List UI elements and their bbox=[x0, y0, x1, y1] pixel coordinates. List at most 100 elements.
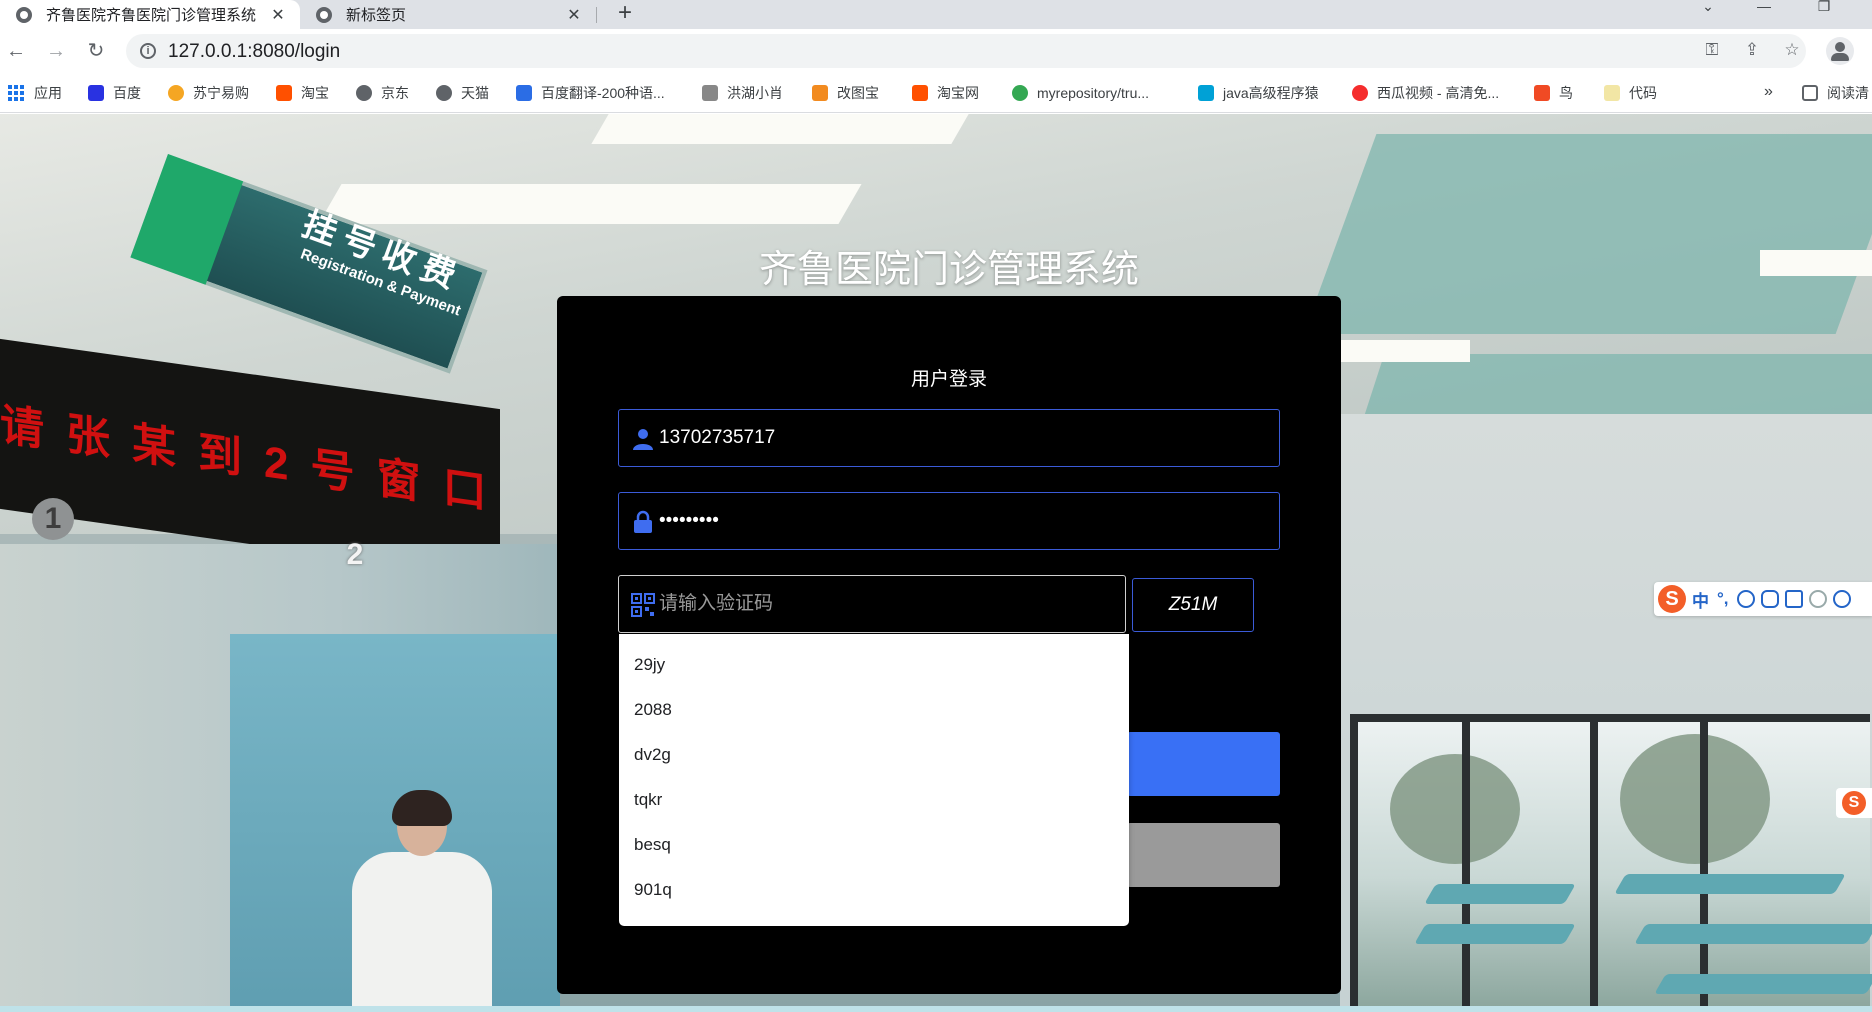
login-title: 用户登录 bbox=[910, 369, 987, 390]
bookmark-label: 改图宝 bbox=[837, 85, 879, 101]
sogou-ime-icon[interactable]: S bbox=[1658, 585, 1686, 613]
site-info-icon[interactable]: i bbox=[140, 43, 156, 59]
autocomplete-item[interactable]: dv2g bbox=[619, 732, 1129, 777]
browser-toolbar: ← → ↻ i 127.0.0.1:8080/login ⚿ ⇪ ☆ bbox=[0, 29, 1872, 73]
bookmark-item[interactable]: 淘宝 bbox=[276, 83, 329, 103]
lock-icon bbox=[634, 510, 652, 533]
qr-code-icon bbox=[631, 593, 655, 617]
captcha-image[interactable]: Z51M bbox=[1132, 578, 1254, 632]
bookmark-item[interactable]: 西瓜视频 - 高清免... bbox=[1352, 83, 1499, 103]
ime-toolbar[interactable]: S 中 °, bbox=[1654, 582, 1872, 616]
bookmark-item[interactable]: 代码 bbox=[1604, 83, 1657, 103]
bookmark-item[interactable]: java高级程序猿 bbox=[1198, 83, 1319, 103]
waiting-chair bbox=[1414, 924, 1576, 944]
bookmark-label: 百度翻译-200种语... bbox=[541, 85, 665, 101]
new-tab-button[interactable]: + bbox=[612, 0, 638, 29]
user-icon bbox=[633, 429, 653, 450]
bookmarks-overflow-button[interactable]: » bbox=[1764, 83, 1773, 101]
emoji-icon[interactable] bbox=[1736, 590, 1755, 608]
bookmark-label: 洪湖小肖 bbox=[727, 85, 783, 101]
reading-list-icon bbox=[1802, 85, 1818, 101]
bookmark-item[interactable]: 改图宝 bbox=[812, 83, 879, 103]
bookmark-label: myrepository/tru... bbox=[1037, 85, 1150, 101]
bookmark-item[interactable]: 天猫 bbox=[436, 83, 489, 103]
autocomplete-item[interactable]: besq bbox=[619, 822, 1129, 867]
autocomplete-item[interactable]: 29jy bbox=[619, 642, 1129, 687]
skin-icon[interactable] bbox=[1808, 590, 1827, 608]
bookmark-item[interactable]: 淘宝网 bbox=[912, 83, 979, 103]
password-input[interactable] bbox=[659, 493, 1259, 549]
bookmark-favicon bbox=[702, 85, 718, 101]
captcha-field[interactable] bbox=[618, 575, 1126, 633]
bookmarks-bar: 应用 百度 苏宁易购 淘宝 京东 天猫 百度翻译-200种语... 洪湖小肖 改… bbox=[0, 73, 1872, 113]
chrome-icon bbox=[316, 6, 332, 23]
keyboard-icon[interactable] bbox=[1784, 590, 1803, 608]
close-tab-icon[interactable]: ✕ bbox=[266, 5, 290, 25]
minimize-button[interactable]: — bbox=[1744, 0, 1784, 16]
autocomplete-item[interactable]: 901q bbox=[619, 867, 1129, 912]
bookmark-label: 京东 bbox=[381, 85, 409, 101]
bookmark-label: 苏宁易购 bbox=[193, 85, 249, 101]
tab-search-icon[interactable]: ⌄ bbox=[1688, 0, 1728, 16]
waiting-chair bbox=[1634, 924, 1872, 944]
forward-button[interactable]: → bbox=[42, 37, 70, 65]
share-icon[interactable]: ⇪ bbox=[1740, 40, 1764, 62]
ime-mode-toggle[interactable]: 中 bbox=[1692, 587, 1709, 612]
ceiling-light bbox=[1340, 340, 1470, 362]
autocomplete-dropdown: 29jy 2088 dv2g tqkr besq 901q bbox=[619, 634, 1129, 926]
autocomplete-item[interactable]: tqkr bbox=[619, 777, 1129, 822]
bookmark-item[interactable]: 京东 bbox=[356, 83, 409, 103]
bookmark-item[interactable]: myrepository/tru... bbox=[1012, 83, 1149, 103]
bookmark-star-icon[interactable]: ☆ bbox=[1780, 40, 1804, 62]
xigua-video-icon bbox=[1352, 85, 1368, 101]
autocomplete-item[interactable]: 2088 bbox=[619, 687, 1129, 732]
bookmark-item[interactable]: 苏宁易购 bbox=[168, 83, 249, 103]
address-bar[interactable]: i 127.0.0.1:8080/login ⚿ ⇪ ☆ bbox=[126, 34, 1806, 68]
window-number-badge: 2 bbox=[346, 538, 364, 571]
system-title: 齐鲁医院门诊管理系统 bbox=[758, 249, 1139, 291]
window-frame bbox=[1350, 714, 1870, 722]
close-tab-icon[interactable]: ✕ bbox=[562, 5, 586, 25]
profile-icon[interactable] bbox=[1826, 37, 1854, 65]
password-field[interactable] bbox=[618, 492, 1280, 550]
bookmark-item[interactable]: 洪湖小肖 bbox=[702, 83, 783, 103]
microphone-icon[interactable] bbox=[1760, 590, 1779, 608]
bookmark-label: 百度 bbox=[113, 85, 141, 101]
bookmark-label: 应用 bbox=[34, 85, 62, 101]
restore-button[interactable]: ❐ bbox=[1804, 0, 1844, 16]
ime-punctuation-toggle[interactable]: °, bbox=[1717, 589, 1729, 609]
tab-login[interactable]: 齐鲁医院齐鲁医院门诊管理系统 ✕ bbox=[0, 0, 300, 29]
key-icon[interactable]: ⚿ bbox=[1700, 40, 1724, 62]
background-tree bbox=[1390, 754, 1520, 864]
suning-icon bbox=[168, 85, 184, 101]
login-button[interactable] bbox=[1127, 732, 1280, 796]
bookmark-apps[interactable]: 应用 bbox=[8, 83, 62, 103]
url-text[interactable]: 127.0.0.1:8080/login bbox=[168, 41, 340, 63]
window-number-badge: 1 bbox=[32, 498, 74, 540]
background-tree bbox=[1620, 734, 1770, 864]
tab-title: 新标签页 bbox=[346, 7, 407, 24]
username-field[interactable] bbox=[618, 409, 1280, 467]
reset-button[interactable] bbox=[1127, 823, 1280, 887]
sogou-ime-icon: S bbox=[1842, 791, 1866, 815]
bookmark-item[interactable]: 鸟 bbox=[1534, 83, 1573, 103]
bookmark-label: 西瓜视频 - 高清免... bbox=[1377, 85, 1500, 101]
bookmark-label: java高级程序猿 bbox=[1223, 85, 1319, 101]
ime-floating-button[interactable]: S bbox=[1836, 788, 1872, 818]
captcha-input[interactable] bbox=[659, 576, 1119, 632]
nurse-figure bbox=[352, 790, 492, 1012]
tab-new[interactable]: 新标签页 ✕ bbox=[300, 0, 596, 29]
reading-list-button[interactable]: 阅读清 bbox=[1802, 83, 1869, 103]
apps-grid-icon bbox=[8, 85, 24, 101]
bookmark-label: 淘宝 bbox=[301, 85, 329, 101]
bookmark-item[interactable]: 百度 bbox=[88, 83, 141, 103]
tab-title: 齐鲁医院齐鲁医院门诊管理系统 bbox=[46, 7, 257, 24]
reload-button[interactable]: ↻ bbox=[82, 37, 110, 65]
username-input[interactable] bbox=[659, 410, 1259, 466]
bookmark-label: 淘宝网 bbox=[937, 85, 979, 101]
bookmark-item[interactable]: 百度翻译-200种语... bbox=[516, 83, 665, 103]
chrome-icon bbox=[1012, 85, 1028, 101]
waiting-chair bbox=[1424, 884, 1576, 904]
toolbox-icon[interactable] bbox=[1832, 590, 1851, 608]
back-button[interactable]: ← bbox=[2, 37, 30, 65]
